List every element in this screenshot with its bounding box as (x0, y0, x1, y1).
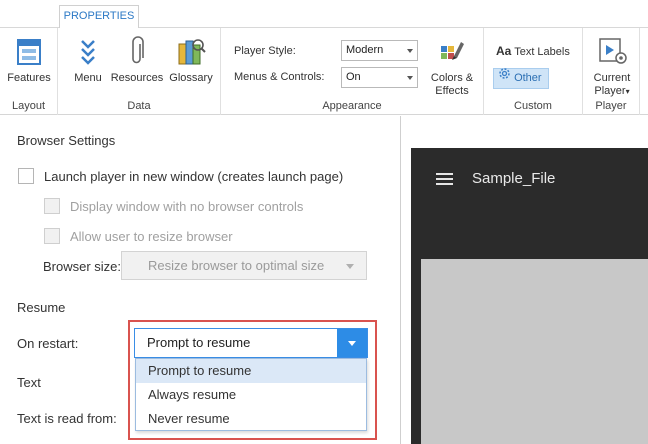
resources-label: Resources (110, 72, 164, 84)
ribbon-group-appearance: Player Style: Modern Menus & Controls: O… (221, 28, 484, 115)
panel-divider[interactable] (400, 116, 401, 444)
hamburger-menu-icon[interactable] (436, 173, 453, 188)
allow-resize-label: Allow user to resize browser (70, 228, 233, 244)
text-section-title: Text (17, 375, 41, 390)
ribbon-group-custom: Aa Text Labels Other Custom (484, 28, 583, 115)
features-icon (6, 36, 52, 66)
on-restart-label: On restart: (17, 336, 79, 351)
browser-size-label: Browser size: (43, 259, 122, 274)
player-style-value: Modern (346, 44, 384, 56)
preview-title: Sample_File (472, 170, 556, 187)
current-player-label-line1: Current (593, 72, 631, 84)
no-browser-controls-label: Display window with no browser controls (70, 198, 304, 214)
on-restart-dropdown-list: Prompt to resume Always resume Never res… (135, 358, 367, 431)
launch-new-window-checkbox[interactable] (18, 168, 34, 184)
no-browser-controls-row[interactable]: Display window with no browser controls (44, 198, 303, 214)
other-button[interactable]: Other (493, 68, 549, 89)
text-labels-label: Text Labels (514, 46, 570, 58)
glossary-button[interactable]: Glossary (166, 36, 216, 85)
menu-icon (70, 36, 106, 66)
on-restart-select[interactable]: Prompt to resume (134, 328, 368, 358)
menus-controls-value: On (346, 71, 361, 83)
ribbon-tab-bar: PROPERTIES (0, 0, 648, 29)
chevron-down-icon (407, 49, 413, 53)
ribbon: Features Layout Menu Resources Glossary … (0, 28, 648, 115)
text-read-from-label: Text is read from: (17, 411, 117, 426)
chevron-down-icon (346, 264, 354, 269)
group-label-custom: Custom (514, 100, 552, 112)
current-player-label-line2-wrap: Player▾ (587, 85, 637, 98)
menu-button[interactable]: Menu (70, 36, 106, 85)
group-label-appearance: Appearance (322, 100, 382, 112)
menus-controls-select[interactable]: On (341, 67, 418, 88)
current-player-label-line2: Player (594, 85, 626, 97)
ribbon-group-data: Menu Resources Glossary Data (58, 28, 221, 115)
menus-controls-label: Menus & Controls: (234, 71, 325, 83)
group-label-player: Player (595, 100, 627, 112)
other-label: Other (514, 72, 542, 84)
menu-label: Menu (74, 72, 102, 84)
dropdown-option-always[interactable]: Always resume (136, 383, 366, 407)
allow-resize-row[interactable]: Allow user to resize browser (44, 228, 233, 244)
colors-effects-button[interactable]: Colors & Effects (425, 36, 479, 98)
color-palette-icon (425, 36, 479, 66)
player-settings-icon (587, 36, 637, 66)
glossary-label: Glossary (169, 72, 213, 84)
browser-size-select[interactable]: Resize browser to optimal size (121, 251, 367, 280)
dropdown-option-prompt[interactable]: Prompt to resume (136, 359, 366, 383)
chevron-down-icon (407, 76, 413, 80)
player-style-select[interactable]: Modern (341, 40, 418, 61)
group-label-data: Data (127, 100, 151, 112)
group-label-layout: Layout (11, 100, 46, 112)
player-style-label: Player Style: (234, 45, 296, 57)
tab-properties[interactable]: PROPERTIES (59, 5, 139, 29)
no-browser-controls-checkbox[interactable] (44, 198, 60, 214)
dropdown-option-never[interactable]: Never resume (136, 407, 366, 431)
launch-new-window-row[interactable]: Launch player in new window (creates lau… (18, 168, 343, 184)
ribbon-group-player: Current Player▾ Player (583, 28, 640, 115)
ribbon-group-layout: Features Layout (0, 28, 58, 115)
browser-settings-title: Browser Settings (17, 133, 116, 148)
dropdown-toggle-button[interactable] (337, 329, 367, 357)
on-restart-value: Prompt to resume (147, 335, 251, 350)
allow-resize-checkbox[interactable] (44, 228, 60, 244)
launch-new-window-label: Launch player in new window (creates lau… (44, 168, 344, 184)
current-player-button[interactable]: Current Player▾ (587, 36, 637, 98)
colors-effects-label-line2: Effects (435, 85, 469, 97)
paperclip-icon (108, 36, 166, 66)
text-labels-button[interactable]: Aa Text Labels (496, 44, 570, 58)
features-label: Features (7, 72, 51, 84)
glossary-books-icon (166, 36, 216, 66)
chevron-down-icon (348, 341, 356, 346)
colors-effects-label-line1: Colors & (430, 72, 474, 84)
resources-button[interactable]: Resources (108, 36, 166, 85)
features-button[interactable]: Features (6, 36, 52, 85)
text-labels-icon: Aa (496, 44, 512, 58)
gear-icon (498, 67, 511, 87)
player-preview: Sample_File (411, 148, 648, 444)
preview-slide-area (421, 259, 648, 444)
resume-title: Resume (17, 300, 66, 315)
caret-down-icon: ▾ (625, 87, 630, 96)
browser-size-value: Resize browser to optimal size (148, 258, 325, 273)
